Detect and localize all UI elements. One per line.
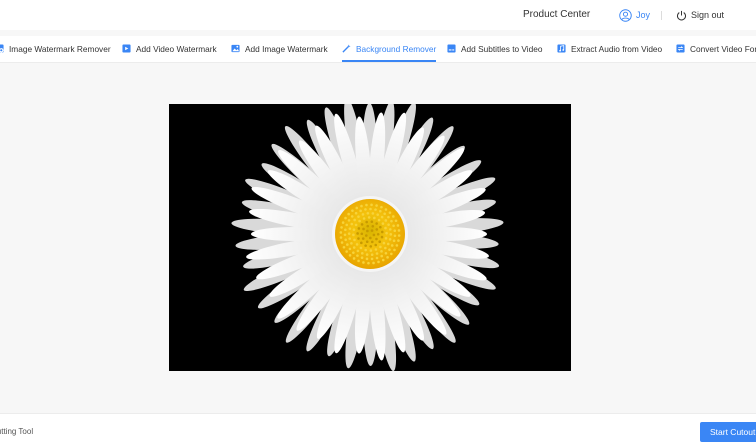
audio-extract-icon — [557, 44, 566, 53]
tab-image-watermark-remover[interactable]: Image Watermark Remover — [0, 36, 111, 61]
daisy-photo — [169, 104, 571, 371]
tab-label: Extract Audio from Video — [571, 43, 663, 54]
tab-label: Image Watermark Remover — [9, 43, 111, 54]
top-bar: Product Center Joy Sign out — [0, 0, 756, 30]
tab-extract-audio-from-video[interactable]: Extract Audio from Video — [557, 36, 662, 61]
product-center-link[interactable]: Product Center — [523, 9, 590, 20]
tab-add-video-watermark[interactable]: Add Video Watermark — [122, 36, 217, 61]
video-watermark-icon — [122, 44, 131, 53]
tab-label: Add Subtitles to Video — [461, 43, 543, 54]
power-icon — [677, 10, 686, 20]
tab-label: Convert Video Format — [690, 43, 756, 54]
cutting-tool-label: Cutting Tool — [0, 427, 34, 436]
tab-convert-video-format[interactable]: Convert Video Format — [676, 36, 756, 61]
image-preview[interactable] — [169, 104, 571, 371]
sign-out-button[interactable]: Sign out — [676, 8, 724, 22]
tab-label: Add Image Watermark — [245, 43, 328, 54]
user-avatar-icon — [619, 8, 632, 22]
bottom-bar: Cutting Tool Start Cutout — [0, 413, 756, 444]
image-watermark-icon — [0, 44, 4, 53]
image-icon — [231, 44, 240, 53]
tab-background-remover[interactable]: Background Remover — [342, 36, 437, 62]
user-menu[interactable]: Joy — [619, 8, 650, 22]
tab-add-image-watermark[interactable]: Add Image Watermark — [231, 36, 328, 61]
start-cutout-button[interactable]: Start Cutout — [700, 422, 756, 442]
sign-out-label: Sign out — [691, 10, 725, 20]
header-divider — [661, 11, 662, 20]
tool-tabs: Image Watermark Remover Add Video Waterm… — [0, 36, 756, 63]
subtitles-icon — [447, 44, 456, 53]
user-name: Joy — [636, 10, 651, 20]
magic-wand-icon — [342, 44, 351, 53]
tab-add-subtitles-to-video[interactable]: Add Subtitles to Video — [447, 36, 543, 61]
tab-label: Add Video Watermark — [136, 43, 217, 54]
tab-label: Background Remover — [356, 43, 437, 54]
convert-icon — [676, 44, 685, 53]
